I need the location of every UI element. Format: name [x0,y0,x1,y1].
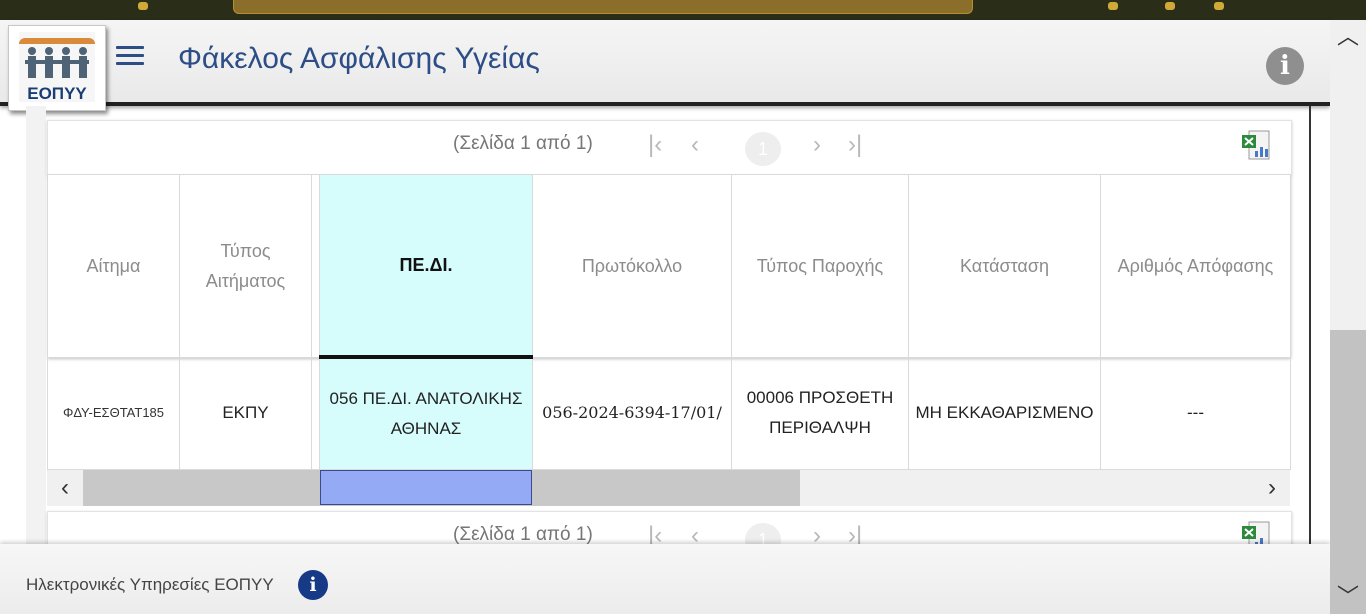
column-header[interactable]: Αριθμός Απόφασης [1100,174,1291,358]
scroll-down-icon[interactable]: ﹀ [1330,582,1366,612]
app-footer: Ηλεκτρονικές Υπηρεσίες ΕΟΠΥΥ i [0,544,1330,614]
next-page-icon[interactable]: › [813,131,821,159]
column-header[interactable]: Πρωτόκολλο [532,174,732,358]
protocol-cell: 056-2024-6394-17/01/ [532,356,732,470]
eopyy-logo[interactable]: ΕΟΠΥΥ [8,25,106,111]
table-header-row: Αίτημα Τύπος Αιτήματος ΠΕ.ΔΙ. Πρωτόκολλο… [47,174,1291,359]
column-spacer [311,174,320,358]
page-number-button[interactable]: 1 [745,132,781,166]
app-header: ΕΟΠΥΥ Φάκελος Ασφάλισης Υγείας i [0,20,1330,111]
column-header[interactable]: Τύπος Αιτήματος [179,174,312,358]
page-title: Φάκελος Ασφάλισης Υγείας [178,42,540,75]
browser-icon[interactable] [138,2,148,10]
scroll-right-icon[interactable]: › [1254,470,1290,506]
logo-people-icon [25,47,89,78]
browser-icon[interactable] [1165,2,1175,10]
prev-page-icon[interactable]: ‹ [691,131,699,159]
pager-top: (Σελίδα 1 από 1) |‹ ‹ 1 › ›| [47,120,1292,176]
decision-number-cell: --- [1100,356,1291,470]
scrollbar-thumb[interactable] [1330,330,1366,614]
logo-text: ΕΟΠΥΥ [27,84,87,103]
info-icon[interactable]: i [298,570,328,600]
first-page-icon[interactable]: |‹ [648,131,662,159]
browser-icon[interactable] [1108,2,1118,10]
address-bar[interactable] [233,0,973,14]
request-type-cell: ΕΚΠΥ [179,356,312,470]
column-header[interactable]: Αίτημα [47,174,180,358]
table-horizontal-scrollbar[interactable]: ‹ › [47,470,1290,506]
cell-spacer [311,356,320,470]
content-gutter [26,106,46,546]
hamburger-icon[interactable] [116,46,146,68]
info-icon[interactable]: i [1266,47,1304,85]
browser-toolbar [0,0,1366,20]
selected-column-marker [320,470,532,505]
table-row[interactable]: ΦΔΥ-ΕΣΘΤΑΤ185 ΕΚΠΥ 056 ΠΕ.ΔΙ. ΑΝΑΤΟΛΙΚΗΣ… [47,356,1291,470]
scroll-up-icon[interactable]: ︿ [1330,22,1366,52]
request-cell: ΦΔΥ-ΕΣΘΤΑΤ185 [47,356,180,470]
status-cell: ΜΗ ΕΚΚΑΘΑΡΙΣΜΕΝΟ [908,356,1101,470]
benefit-type-cell: 00006 ΠΡΟΣΘΕΤΗ ΠΕΡΙΘΑΛΨΗ [731,356,909,470]
browser-icon[interactable] [1214,2,1224,10]
pedi-cell: 056 ΠΕ.ΔΙ. ΑΝΑΤΟΛΙΚΗΣ ΑΘΗΝΑΣ [319,356,533,470]
requests-table: Αίτημα Τύπος Αιτήματος ΠΕ.ΔΙ. Πρωτόκολλο… [47,174,1291,470]
last-page-icon[interactable]: ›| [848,131,862,159]
scroll-left-icon[interactable]: ‹ [47,470,83,506]
column-header[interactable]: Κατάσταση [908,174,1101,358]
column-header-selected[interactable]: ΠΕ.ΔΙ. [319,174,533,359]
excel-icon[interactable] [1241,129,1271,161]
column-header[interactable]: Τύπος Παροχής [731,174,909,358]
page-info: (Σελίδα 1 από 1) [453,524,593,545]
page-info: (Σελίδα 1 από 1) [453,133,593,154]
content-border [1309,106,1311,544]
footer-text: Ηλεκτρονικές Υπηρεσίες ΕΟΠΥΥ [26,575,274,594]
page-vertical-scrollbar[interactable]: ︿ ﹀ [1330,20,1366,614]
logo-roof [19,38,95,44]
